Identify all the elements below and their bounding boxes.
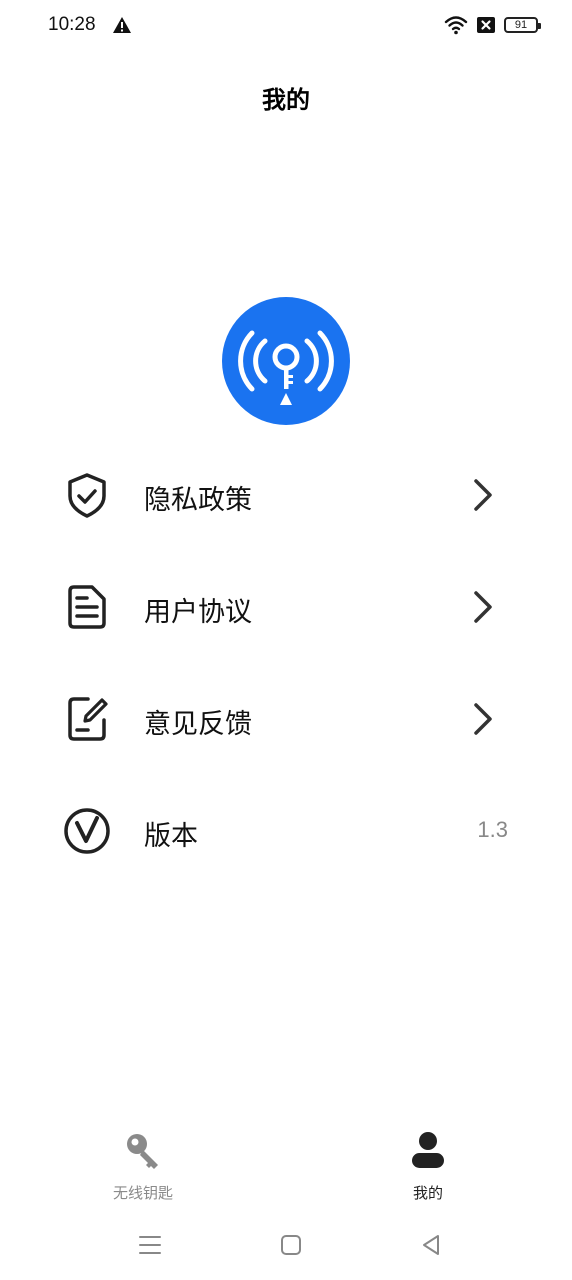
wifi-key-logo	[222, 297, 350, 425]
battery-icon: 91	[504, 17, 541, 33]
battery-level: 91	[514, 19, 528, 31]
key-icon	[127, 1134, 158, 1169]
home-icon[interactable]	[276, 1230, 306, 1260]
sim-disabled-icon	[477, 17, 495, 33]
menu-item-label: 版本	[144, 821, 198, 852]
menu-item-version: 版本 1.3	[0, 776, 572, 886]
wifi-icon	[444, 16, 468, 35]
user-icon	[412, 1132, 444, 1168]
back-icon[interactable]	[416, 1230, 446, 1260]
menu-item-label: 意见反馈	[144, 709, 252, 740]
system-nav-bar	[0, 1220, 572, 1270]
version-v-icon	[64, 808, 110, 854]
document-icon	[68, 585, 106, 629]
menu-item-privacy-policy[interactable]: 隐私政策	[0, 440, 572, 550]
menu-item-label: 隐私政策	[144, 485, 252, 516]
menu-icon[interactable]	[135, 1230, 165, 1260]
status-right-icons: 91	[444, 14, 541, 36]
status-time: 10:28	[48, 14, 96, 35]
bottom-nav: 无线钥匙 我的	[0, 1120, 572, 1210]
shield-check-icon	[68, 473, 106, 518]
chevron-right-icon	[474, 703, 492, 735]
menu-item-user-agreement[interactable]: 用户协议	[0, 552, 572, 662]
tab-mine[interactable]: 我的	[358, 1120, 498, 1210]
tab-wireless-key[interactable]: 无线钥匙	[73, 1120, 213, 1210]
feedback-edit-icon	[68, 697, 108, 741]
status-bar: 10:28 91	[0, 0, 572, 50]
tab-label: 我的	[412, 1184, 443, 1202]
menu-item-feedback[interactable]: 意见反馈	[0, 664, 572, 774]
version-value: 1.3	[477, 817, 508, 842]
chevron-right-icon	[474, 479, 492, 511]
alert-icon	[113, 17, 131, 33]
chevron-right-icon	[474, 591, 492, 623]
menu-item-label: 用户协议	[144, 597, 252, 628]
tab-label: 无线钥匙	[112, 1184, 173, 1202]
page-title: 我的	[262, 86, 310, 114]
